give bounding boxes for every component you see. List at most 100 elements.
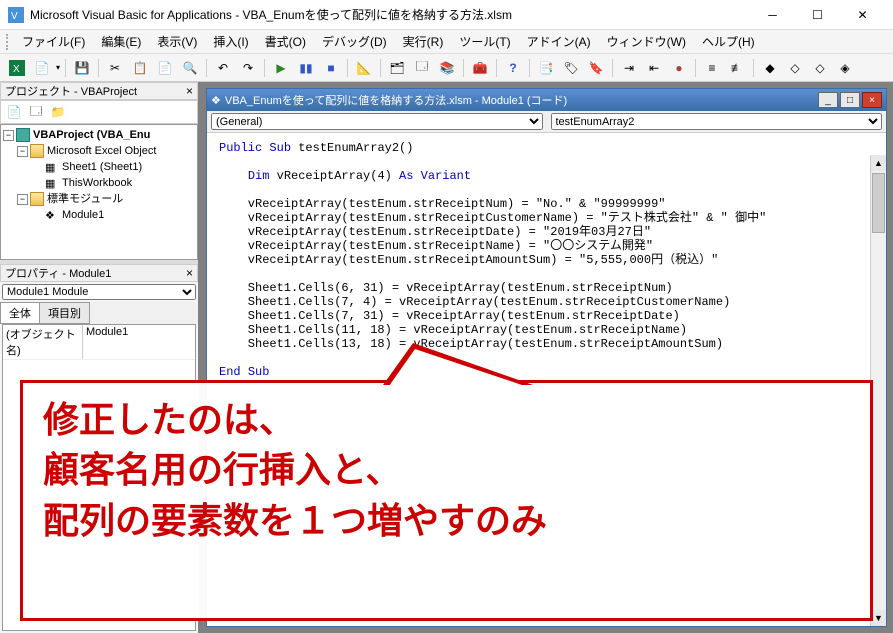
design-mode-icon[interactable]: 📐 bbox=[353, 57, 375, 79]
code-window-titlebar[interactable]: ❖ VBA_Enumを使って配列に値を格納する方法.xlsm - Module1… bbox=[207, 89, 886, 111]
bookmark-toggle-icon[interactable]: ◆ bbox=[759, 57, 781, 79]
tree-modules[interactable]: − 標準モジュール bbox=[3, 191, 195, 207]
view-code-icon[interactable]: 📄 bbox=[5, 103, 23, 121]
excel-icon[interactable]: X bbox=[6, 57, 28, 79]
svg-text:X: X bbox=[13, 64, 20, 75]
code-close-button[interactable]: × bbox=[862, 92, 882, 108]
copy-icon[interactable]: 📋 bbox=[129, 57, 151, 79]
annotation-line-1: 修正したのは、 bbox=[43, 395, 850, 445]
close-button[interactable]: ✕ bbox=[840, 1, 885, 29]
menu-debug[interactable]: デバッグ(D) bbox=[314, 31, 395, 52]
outdent-icon[interactable]: ⇤ bbox=[643, 57, 665, 79]
save-icon[interactable]: 💾 bbox=[71, 57, 93, 79]
scroll-thumb[interactable] bbox=[872, 173, 885, 233]
menu-tools[interactable]: ツール(T) bbox=[451, 31, 518, 52]
grip-handle[interactable] bbox=[6, 34, 12, 50]
menu-file[interactable]: ファイル(F) bbox=[14, 31, 93, 52]
tree-module1[interactable]: ❖ Module1 bbox=[3, 207, 195, 223]
prop-name-value[interactable]: Module1 bbox=[83, 325, 195, 359]
indent-icon[interactable]: ⇥ bbox=[618, 57, 640, 79]
bookmark-clear-icon[interactable]: ◈ bbox=[834, 57, 856, 79]
collapse-icon[interactable]: − bbox=[17, 146, 28, 157]
menu-format[interactable]: 書式(O) bbox=[257, 31, 314, 52]
menu-run[interactable]: 実行(R) bbox=[395, 31, 452, 52]
menu-edit[interactable]: 編集(E) bbox=[93, 31, 149, 52]
project-tree[interactable]: − VBAProject (VBA_Enu − Microsoft Excel … bbox=[0, 124, 198, 260]
tree-thisworkbook[interactable]: ▦ ThisWorkbook bbox=[3, 175, 195, 191]
insert-module-icon[interactable]: 📄 bbox=[31, 57, 53, 79]
properties-icon[interactable]: 🗔 bbox=[411, 57, 433, 79]
properties-object-dropdown[interactable]: Module1 Module bbox=[2, 284, 196, 300]
collapse-icon[interactable]: − bbox=[17, 194, 28, 205]
annotation-text: 修正したのは、 顧客名用の行挿入と、 配列の要素数を１つ増やすのみ bbox=[43, 395, 850, 546]
paste-icon[interactable]: 📄 bbox=[154, 57, 176, 79]
find-icon[interactable]: 🔍 bbox=[179, 57, 201, 79]
tree-thisworkbook-label: ThisWorkbook bbox=[62, 175, 132, 191]
bookmark-next-icon[interactable]: ◇ bbox=[784, 57, 806, 79]
object-browser-icon[interactable]: 📚 bbox=[436, 57, 458, 79]
prop-name-label: (オブジェクト名) bbox=[3, 325, 83, 359]
tree-sheet1-label: Sheet1 (Sheet1) bbox=[62, 159, 142, 175]
uncomment-icon[interactable]: ≢ bbox=[726, 57, 748, 79]
properties-panel-close-icon[interactable]: × bbox=[186, 266, 193, 280]
minimize-button[interactable]: ─ bbox=[750, 1, 795, 29]
titlebar: V Microsoft Visual Basic for Application… bbox=[0, 0, 893, 30]
toolbox-icon[interactable]: 🧰 bbox=[469, 57, 491, 79]
cut-icon[interactable]: ✂ bbox=[104, 57, 126, 79]
sheet-icon: ▦ bbox=[45, 160, 59, 174]
workbook-icon: ▦ bbox=[45, 176, 59, 190]
properties-panel-title: プロパティ - Module1 bbox=[5, 265, 111, 281]
code-procedure-dropdown[interactable]: testEnumArray2 bbox=[551, 113, 883, 130]
menu-window[interactable]: ウィンドウ(W) bbox=[599, 31, 694, 52]
code-window-title: VBA_Enumを使って配列に値を格納する方法.xlsm - Module1 (… bbox=[225, 92, 567, 108]
annotation-line-3: 配列の要素数を１つ増やすのみ bbox=[43, 496, 850, 546]
bookmark-prev-icon[interactable]: ◇ bbox=[809, 57, 831, 79]
annotation-line-2: 顧客名用の行挿入と、 bbox=[43, 445, 850, 495]
toolbar: X 📄 ▾ 💾 ✂ 📋 📄 🔍 ↶ ↷ ▶ ▮▮ ■ 📐 🗂 🗔 📚 🧰 ? 📑… bbox=[0, 54, 893, 82]
collapse-icon[interactable]: − bbox=[3, 130, 14, 141]
menu-help[interactable]: ヘルプ(H) bbox=[694, 31, 763, 52]
module-icon: ❖ bbox=[45, 208, 59, 222]
properties-tab-all[interactable]: 全体 bbox=[0, 302, 40, 324]
project-panel-close-icon[interactable]: × bbox=[186, 84, 193, 98]
window-title: Microsoft Visual Basic for Applications … bbox=[30, 6, 750, 23]
code-maximize-button[interactable]: □ bbox=[840, 92, 860, 108]
tree-module1-label: Module1 bbox=[62, 207, 104, 223]
code-text[interactable]: Public Sub testEnumArray2() Dim vReceipt… bbox=[207, 133, 886, 387]
maximize-button[interactable]: ☐ bbox=[795, 1, 840, 29]
folder-icon bbox=[30, 192, 44, 206]
view-object-icon[interactable]: 🗔 bbox=[27, 103, 45, 121]
project-toolstrip: 📄 🗔 📁 bbox=[0, 100, 198, 124]
folder-icon bbox=[30, 144, 44, 158]
properties-panel-header: プロパティ - Module1 × bbox=[0, 264, 198, 282]
tree-root-label: VBAProject (VBA_Enu bbox=[33, 127, 150, 143]
tb-bookmark-icon[interactable]: 🏷 bbox=[560, 57, 582, 79]
code-dropdowns: (General) testEnumArray2 bbox=[207, 111, 886, 133]
run-icon[interactable]: ▶ bbox=[270, 57, 292, 79]
redo-icon[interactable]: ↷ bbox=[237, 57, 259, 79]
menu-addins[interactable]: アドイン(A) bbox=[519, 31, 599, 52]
code-minimize-button[interactable]: _ bbox=[818, 92, 838, 108]
scroll-up-icon[interactable]: ▲ bbox=[871, 155, 886, 171]
help-icon[interactable]: ? bbox=[502, 57, 524, 79]
menu-view[interactable]: 表示(V) bbox=[149, 31, 205, 52]
annotation-callout: 修正したのは、 顧客名用の行挿入と、 配列の要素数を１つ増やすのみ bbox=[20, 380, 873, 621]
tb-extra-1[interactable]: 📑 bbox=[535, 57, 557, 79]
tree-root[interactable]: − VBAProject (VBA_Enu bbox=[3, 127, 195, 143]
code-object-dropdown[interactable]: (General) bbox=[211, 113, 543, 130]
tree-excel-objects[interactable]: − Microsoft Excel Object bbox=[3, 143, 195, 159]
project-explorer-icon[interactable]: 🗂 bbox=[386, 57, 408, 79]
undo-icon[interactable]: ↶ bbox=[212, 57, 234, 79]
reset-icon[interactable]: ■ bbox=[320, 57, 342, 79]
menu-insert[interactable]: 挿入(I) bbox=[205, 31, 256, 52]
tree-modules-label: 標準モジュール bbox=[47, 191, 123, 207]
breakpoint-icon[interactable]: ● bbox=[668, 57, 690, 79]
properties-row-name[interactable]: (オブジェクト名) Module1 bbox=[3, 325, 195, 360]
break-icon[interactable]: ▮▮ bbox=[295, 57, 317, 79]
tb-extra-3[interactable]: 🔖 bbox=[585, 57, 607, 79]
toggle-folders-icon[interactable]: 📁 bbox=[49, 103, 67, 121]
comment-icon[interactable]: ≡ bbox=[701, 57, 723, 79]
tree-sheet1[interactable]: ▦ Sheet1 (Sheet1) bbox=[3, 159, 195, 175]
scroll-down-icon[interactable]: ▼ bbox=[871, 610, 886, 626]
properties-tab-categorized[interactable]: 項目別 bbox=[39, 302, 90, 324]
